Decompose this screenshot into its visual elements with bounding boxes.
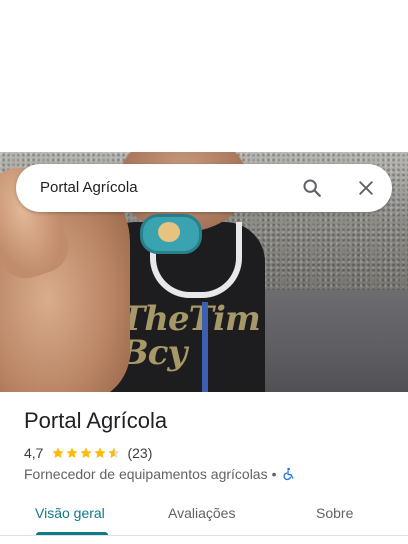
search-bar[interactable]: Portal Agrícola bbox=[16, 164, 392, 212]
blank-header-area bbox=[0, 0, 408, 152]
place-title: Portal Agrícola bbox=[24, 408, 168, 433]
star-icon bbox=[52, 447, 65, 459]
photo-cord bbox=[202, 302, 208, 392]
tab-about[interactable]: Sobre bbox=[316, 505, 353, 521]
star-icon bbox=[94, 447, 107, 459]
half-star-icon bbox=[108, 447, 121, 459]
star-icon bbox=[66, 447, 79, 459]
search-query[interactable]: Portal Agrícola bbox=[40, 179, 138, 196]
wheelchair-icon bbox=[282, 467, 293, 481]
review-count[interactable]: (23) bbox=[127, 445, 152, 461]
photo-shirt-print: TheTim Bcy bbox=[120, 299, 261, 373]
rating-stars bbox=[51, 446, 121, 460]
separator-dot: • bbox=[271, 466, 277, 482]
search-icon bbox=[303, 179, 321, 197]
tab-overview[interactable]: Visão geral bbox=[35, 505, 105, 521]
tabs-divider bbox=[0, 535, 408, 536]
category-row: Fornecedor de equipamentos agrícolas • bbox=[24, 465, 295, 483]
star-icon bbox=[80, 447, 93, 459]
rating-value: 4,7 bbox=[24, 445, 44, 461]
search-button[interactable] bbox=[298, 174, 326, 202]
tab-reviews[interactable]: Avaliações bbox=[168, 505, 235, 521]
close-icon bbox=[359, 181, 373, 195]
close-button[interactable] bbox=[352, 174, 380, 202]
photo-pacifier-center bbox=[158, 222, 180, 242]
tab-bar: Visão geral Avaliações Sobre bbox=[0, 498, 408, 544]
rating-row[interactable]: 4,7 (23) bbox=[24, 444, 152, 462]
place-category[interactable]: Fornecedor de equipamentos agrícolas bbox=[24, 466, 268, 482]
